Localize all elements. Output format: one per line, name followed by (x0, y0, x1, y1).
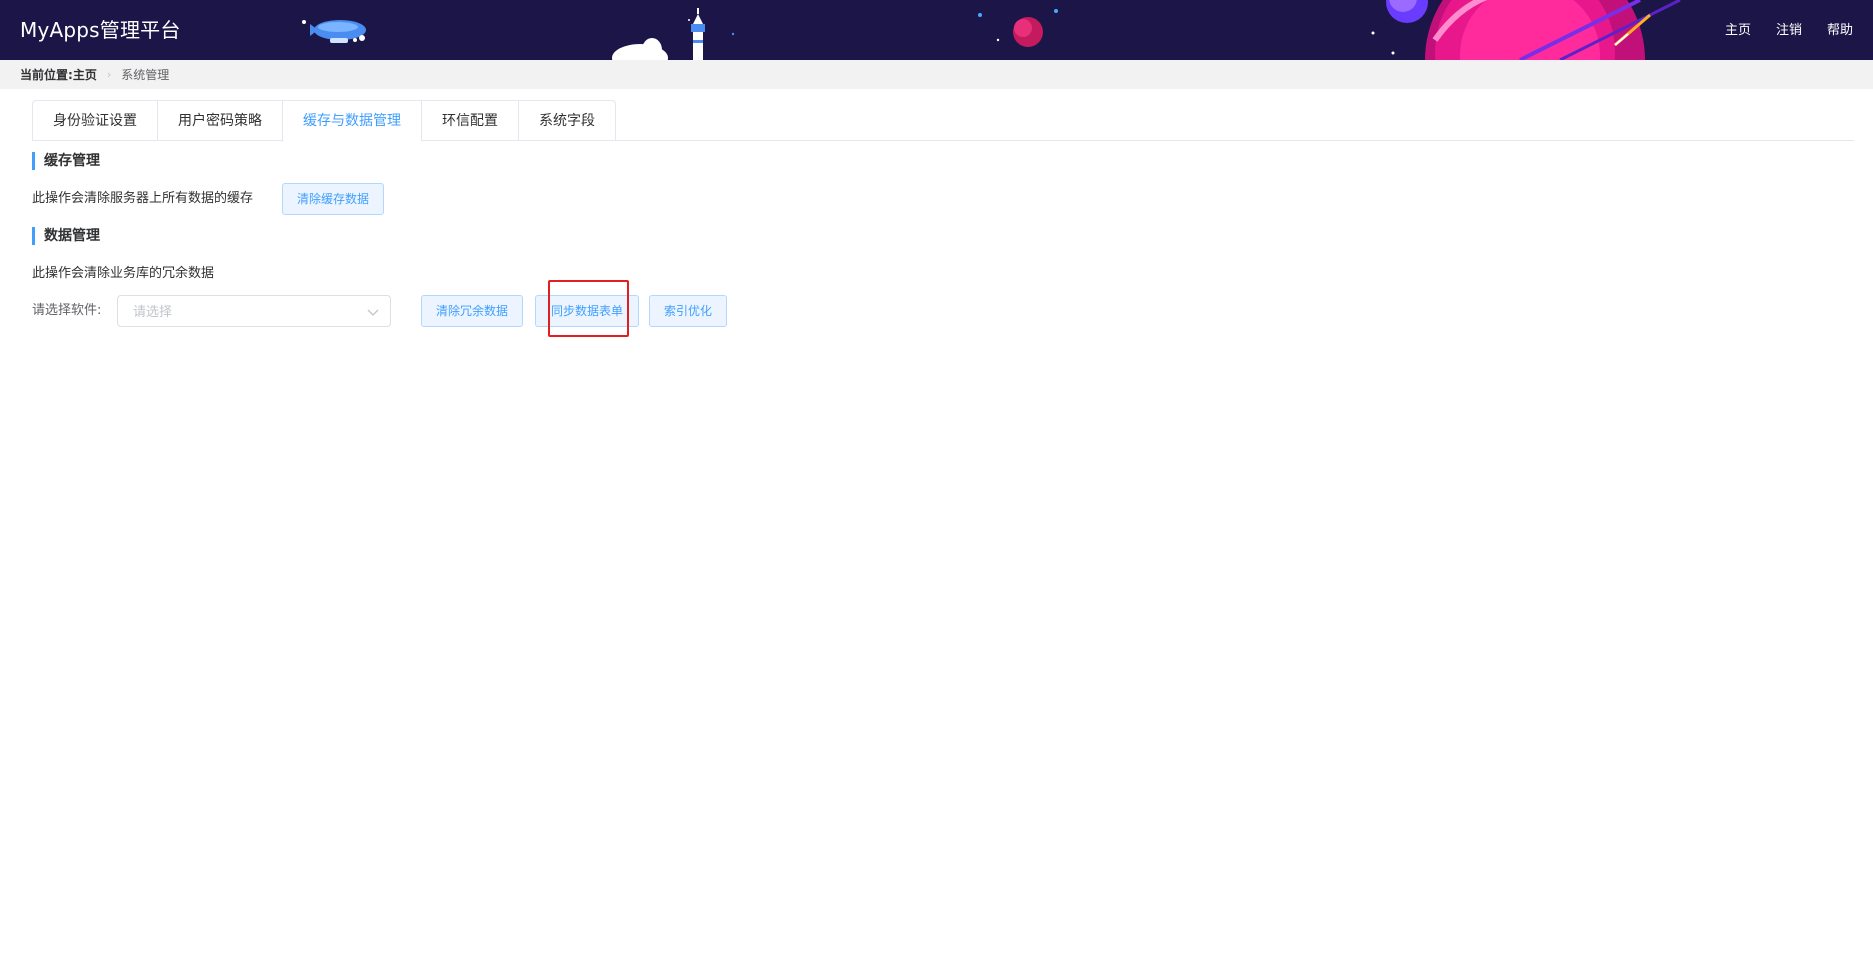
tab-auth-settings[interactable]: 身份验证设置 (33, 101, 157, 141)
clear-cache-button[interactable]: 清除缓存数据 (282, 183, 385, 215)
breadcrumb-label: 当前位置: (20, 68, 73, 82)
highlight-box (548, 280, 629, 337)
top-header: MyApps管理平台 主页 注销 帮助 (0, 0, 1873, 60)
header-illustration (302, 0, 1681, 60)
data-description: 此操作会清除业务库的冗余数据 (32, 266, 215, 281)
clear-redundant-data-button[interactable]: 清除冗余数据 (421, 295, 524, 327)
nav-help-link[interactable]: 帮助 (1827, 22, 1853, 40)
settings-tabs: 身份验证设置 用户密码策略 缓存与数据管理 环信配置 系统字段 (32, 100, 1854, 142)
chevron-right-icon: › (106, 68, 112, 81)
tab-system-fields[interactable]: 系统字段 (518, 101, 615, 141)
cache-description: 此操作会清除服务器上所有数据的缓存 (32, 191, 254, 206)
chevron-down-icon (367, 309, 379, 316)
nav-logout-link[interactable]: 注销 (1776, 22, 1802, 40)
breadcrumb: 当前位置: 主页 › 系统管理 (0, 60, 1873, 89)
tab-easemob-config[interactable]: 环信配置 (421, 101, 518, 141)
breadcrumb-home-link[interactable]: 主页 (73, 66, 97, 83)
airship-icon (302, 20, 366, 43)
data-section-title: 数据管理 (32, 227, 100, 245)
tab-cache-data-management[interactable]: 缓存与数据管理 (282, 101, 421, 142)
index-optimize-button[interactable]: 索引优化 (649, 295, 728, 327)
breadcrumb-current: 系统管理 (121, 68, 170, 82)
header-nav: 主页 注销 帮助 (1725, 22, 1853, 40)
nav-home-link[interactable]: 主页 (1725, 22, 1751, 40)
tab-list: 身份验证设置 用户密码策略 缓存与数据管理 环信配置 系统字段 (32, 100, 616, 142)
software-select-label: 请选择软件: (32, 303, 102, 318)
cache-section-title: 缓存管理 (32, 152, 100, 170)
software-select[interactable] (117, 295, 391, 327)
software-select-input[interactable] (133, 303, 353, 321)
tab-password-policy[interactable]: 用户密码策略 (157, 101, 282, 141)
lighthouse-icon (612, 8, 705, 60)
app-title: MyApps管理平台 (20, 18, 181, 42)
